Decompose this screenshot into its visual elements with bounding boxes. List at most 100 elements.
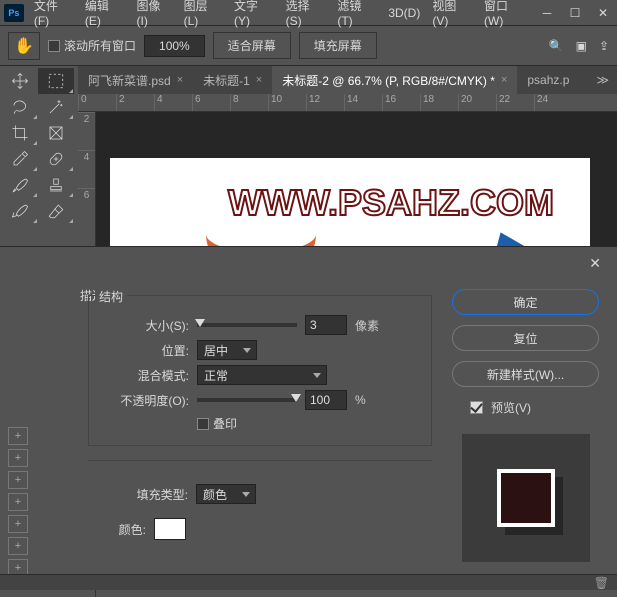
checkbox-icon <box>48 40 60 52</box>
ruler-tick: 2 <box>116 94 154 111</box>
menu-type[interactable]: 文字(Y) <box>228 0 280 32</box>
close-icon[interactable]: × <box>177 74 183 86</box>
healing-tool[interactable] <box>38 146 74 172</box>
close-window-button[interactable]: ✕ <box>589 0 617 26</box>
canvas[interactable]: WWW.PSAHZ.COM <box>96 112 617 250</box>
menu-3d[interactable]: 3D(D) <box>382 2 426 24</box>
checkbox-icon <box>197 418 209 430</box>
ruler-tick: 12 <box>306 94 344 111</box>
add-effect-button[interactable]: + <box>8 427 28 445</box>
search-icon[interactable]: 🔍 <box>549 39 564 53</box>
magic-wand-tool[interactable] <box>38 94 74 120</box>
history-brush-tool[interactable] <box>2 198 38 224</box>
opacity-unit: % <box>355 393 366 407</box>
ruler-tick: 6 <box>78 188 95 226</box>
menu-layer[interactable]: 图层(L) <box>178 0 228 32</box>
eraser-tool[interactable] <box>38 198 74 224</box>
artboard: WWW.PSAHZ.COM <box>110 158 590 250</box>
preview-checkbox[interactable]: 预览(V) <box>452 397 599 418</box>
app-icon: Ps <box>4 4 24 22</box>
close-icon[interactable]: × <box>501 74 507 86</box>
ruler-tick: 22 <box>496 94 534 111</box>
trash-icon[interactable]: 🗑 <box>594 576 609 590</box>
opacity-slider[interactable] <box>197 398 297 402</box>
opacity-label: 不透明度(O): <box>103 392 189 409</box>
menu-select[interactable]: 选择(S) <box>280 0 332 32</box>
tab-doc-3[interactable]: 未标题-2 @ 66.7% (P, RGB/8#/CMYK) * × <box>272 66 517 95</box>
tab-doc-1[interactable]: 阿飞新菜谱.psd× <box>78 66 193 95</box>
horizontal-ruler: 0 2 4 6 8 10 12 14 16 18 20 22 24 <box>78 94 617 112</box>
frame-tool[interactable] <box>38 120 74 146</box>
tab-doc-4[interactable]: psahz.p <box>517 67 579 93</box>
ok-button[interactable]: 确定 <box>452 289 599 315</box>
add-effect-button[interactable]: + <box>8 493 28 511</box>
size-input[interactable] <box>305 315 347 335</box>
menu-edit[interactable]: 编辑(E) <box>79 0 131 32</box>
ruler-tick: 14 <box>344 94 382 111</box>
window-controls: ─ ☐ ✕ <box>533 0 617 26</box>
color-label: 颜色: <box>102 521 146 538</box>
color-swatch[interactable] <box>154 518 186 540</box>
move-tool[interactable] <box>2 68 38 94</box>
watermark-text: WWW.PSAHZ.COM <box>228 182 554 224</box>
ruler-tick: 6 <box>192 94 230 111</box>
close-icon[interactable]: × <box>256 74 262 86</box>
opacity-input[interactable] <box>305 390 347 410</box>
add-effect-button[interactable]: + <box>8 471 28 489</box>
menu-window[interactable]: 窗口(W) <box>478 0 533 32</box>
overprint-label: 叠印 <box>213 415 237 432</box>
tabs-overflow-icon[interactable]: ≫ <box>588 73 617 87</box>
zoom-percent[interactable]: 100% <box>144 35 205 57</box>
crop-tool[interactable] <box>2 120 38 146</box>
scroll-all-windows-option[interactable]: 滚动所有窗口 <box>48 37 136 54</box>
ruler-tick: 8 <box>230 94 268 111</box>
eyedropper-tool[interactable] <box>2 146 38 172</box>
tab-label: 未标题-2 @ 66.7% (P, RGB/8#/CMYK) * <box>282 72 495 89</box>
menu-image[interactable]: 图像(I) <box>131 0 178 32</box>
hand-icon: ✋ <box>14 36 34 56</box>
fill-group: 填充类型: 颜色 颜色: <box>88 460 432 553</box>
size-label: 大小(S): <box>103 317 189 334</box>
structure-legend: 结构 <box>95 288 127 305</box>
filltype-label: 填充类型: <box>102 486 188 503</box>
maximize-button[interactable]: ☐ <box>561 0 589 26</box>
dialog-button-column: 确定 复位 新建样式(W)... 预览(V) <box>452 247 617 590</box>
structure-group: 结构 大小(S): 像素 位置: 居中 混合模式: 正常 不透明度(O): <box>88 295 432 446</box>
filltype-select[interactable]: 颜色 <box>196 484 256 504</box>
fill-screen-button[interactable]: 填充屏幕 <box>299 32 377 59</box>
size-slider[interactable] <box>197 323 297 327</box>
lasso-tool[interactable] <box>2 94 38 120</box>
add-effect-button[interactable]: + <box>8 449 28 467</box>
toolbox <box>0 66 78 226</box>
blend-mode-select[interactable]: 正常 <box>197 365 327 385</box>
overprint-checkbox[interactable]: 叠印 <box>197 415 237 432</box>
marquee-tool[interactable] <box>38 68 74 94</box>
scroll-all-label: 滚动所有窗口 <box>64 37 136 54</box>
ruler-tick: 4 <box>154 94 192 111</box>
add-effect-button[interactable]: + <box>8 515 28 533</box>
ruler-tick: 10 <box>268 94 306 111</box>
brush-tool[interactable] <box>2 172 38 198</box>
preview-square-icon <box>497 469 555 527</box>
tool-preset-picker[interactable]: ✋ <box>8 32 40 60</box>
menu-file[interactable]: 文件(F) <box>28 0 79 32</box>
minimize-button[interactable]: ─ <box>533 0 561 26</box>
arrange-icon[interactable]: ▣ <box>576 39 587 53</box>
tab-label: 未标题-1 <box>203 72 250 89</box>
slider-knob-icon <box>291 394 301 402</box>
reset-button[interactable]: 复位 <box>452 325 599 351</box>
ruler-tick: 4 <box>78 150 95 188</box>
ruler-tick: 18 <box>420 94 458 111</box>
fit-screen-button[interactable]: 适合屏幕 <box>213 32 291 59</box>
ruler-tick: 20 <box>458 94 496 111</box>
menu-filter[interactable]: 滤镜(T) <box>331 0 382 32</box>
position-select[interactable]: 居中 <box>197 340 257 360</box>
add-effect-button[interactable]: + <box>8 537 28 555</box>
new-style-button[interactable]: 新建样式(W)... <box>452 361 599 387</box>
dialog-close-button[interactable]: ✕ <box>589 255 601 272</box>
menu-view[interactable]: 视图(V) <box>426 0 478 32</box>
tab-doc-2[interactable]: 未标题-1 × <box>193 66 272 95</box>
share-icon[interactable]: ⇪ <box>599 39 609 53</box>
stamp-tool[interactable] <box>38 172 74 198</box>
ruler-tick: 16 <box>382 94 420 111</box>
